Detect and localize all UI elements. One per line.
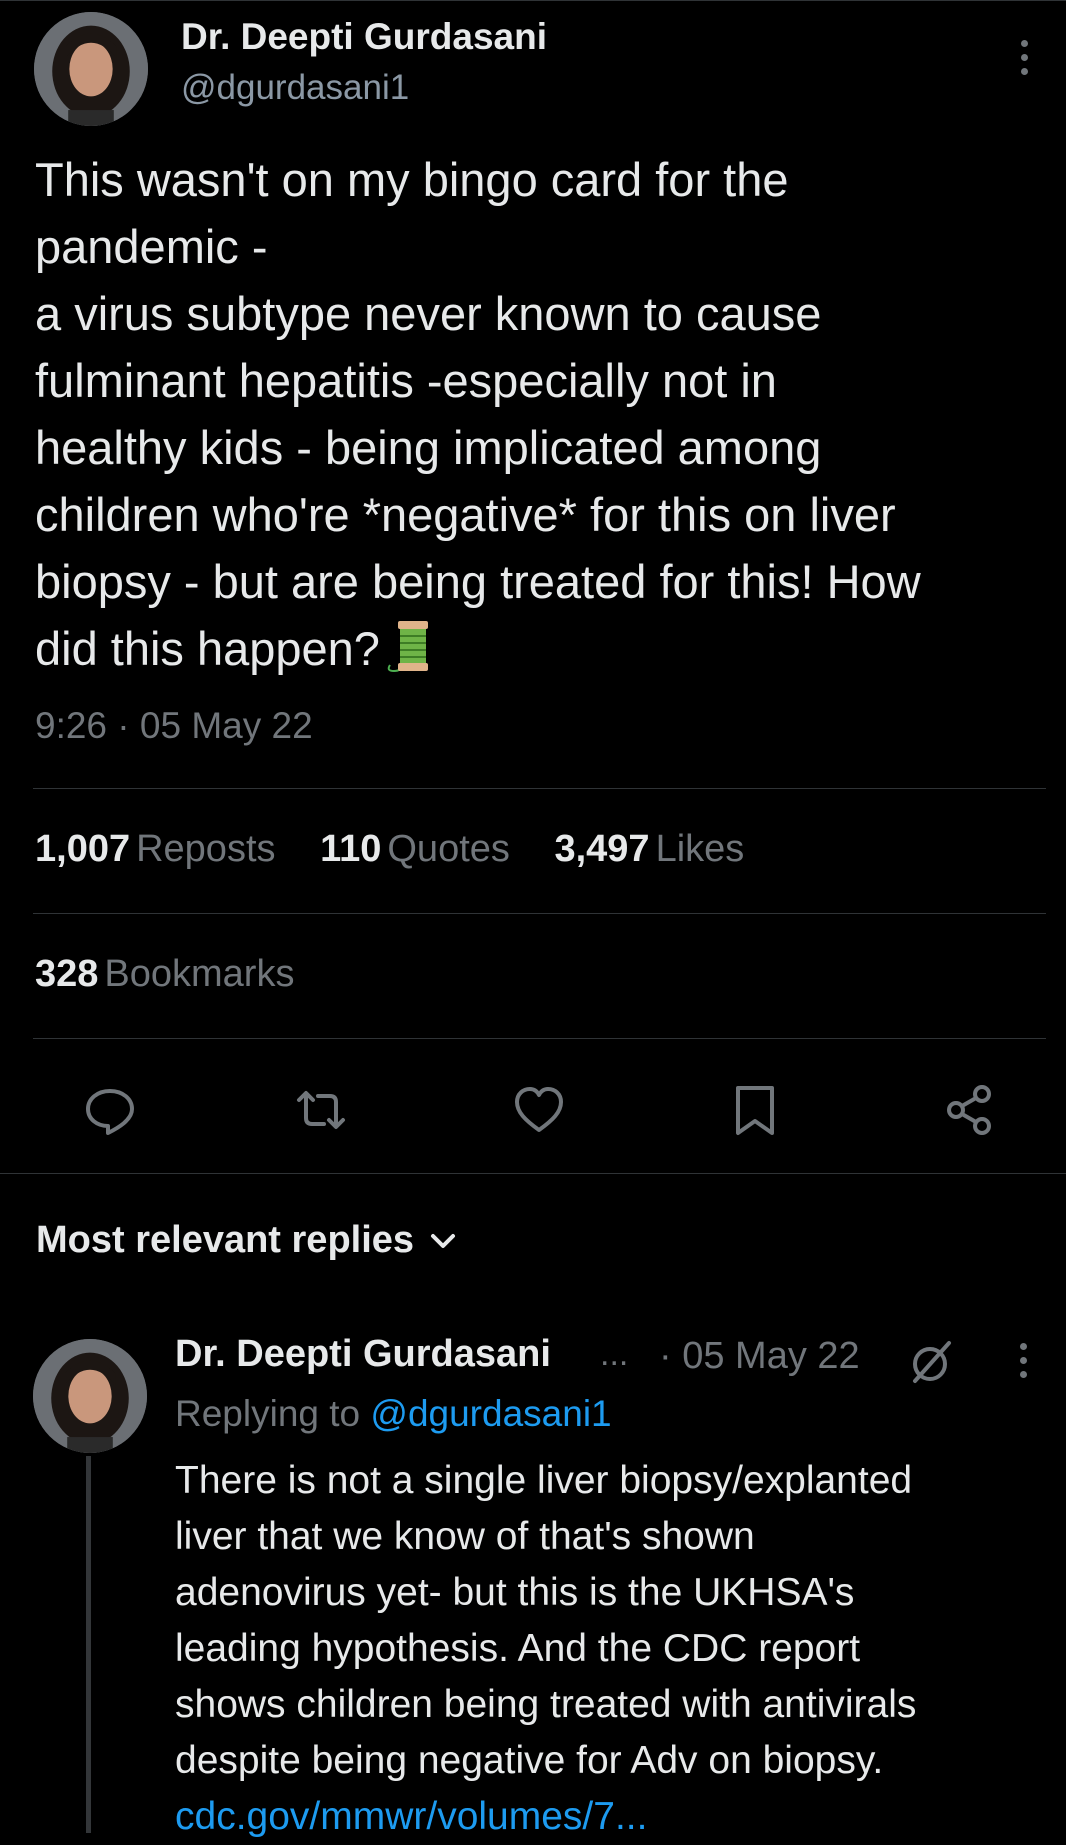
reply-text-line: shows children being treated with antivi…: [175, 1683, 917, 1726]
reposts-label: Reposts: [136, 828, 276, 870]
tweet-text-line: This wasn't on my bingo card for the: [35, 153, 789, 206]
avatar-portrait-icon: [33, 1339, 147, 1453]
replies-sort-dropdown[interactable]: Most relevant replies: [36, 1219, 458, 1262]
chevron-down-icon: [431, 1233, 456, 1248]
section-divider: [0, 1173, 1066, 1174]
quotes-count: 110: [320, 828, 382, 870]
reply-text-line: There is not a single liver biopsy/expla…: [175, 1459, 913, 1502]
divider: [33, 1038, 1046, 1039]
reply-author-avatar[interactable]: [33, 1339, 147, 1453]
author-name[interactable]: Dr. Deepti Gurdasani: [181, 16, 547, 58]
reply-text-line: despite being negative for Adv on biopsy…: [175, 1739, 884, 1782]
replies-header-label: Most relevant replies: [36, 1219, 415, 1261]
likes-count: 3,497: [554, 828, 650, 870]
likes-label: Likes: [655, 828, 745, 870]
bookmarks-count: 328: [35, 953, 99, 995]
reply-author-name[interactable]: Dr. Deepti Gurdasani: [175, 1333, 551, 1376]
top-divider: [0, 0, 1066, 1]
reply-name-ellipsis: ...: [600, 1335, 629, 1373]
grok-icon[interactable]: [905, 1337, 955, 1387]
tweet-text-line: healthy kids - being implicated among: [35, 421, 822, 474]
engagement-stats: 1,007 Reposts 110 Quotes 3,497 Likes: [35, 828, 778, 871]
tweet-text-line: pandemic -: [35, 220, 268, 273]
likes-stat[interactable]: 3,497 Likes: [554, 828, 744, 871]
reposts-stat[interactable]: 1,007 Reposts: [35, 828, 276, 871]
more-options-icon[interactable]: [1009, 35, 1039, 79]
bookmarks-label: Bookmarks: [104, 953, 295, 995]
replying-to-label: Replying to: [175, 1393, 361, 1434]
reply-text-line: leading hypothesis. And the CDC report: [175, 1627, 861, 1670]
reply-link[interactable]: cdc.gov/mmwr/volumes/7...: [175, 1789, 1055, 1845]
avatar-portrait-icon: [34, 12, 148, 126]
thread-spool-emoji-icon: [384, 619, 436, 692]
reposts-count: 1,007: [35, 828, 131, 870]
divider: [33, 913, 1046, 914]
reply-text: There is not a single liver biopsy/expla…: [175, 1453, 1055, 1845]
reply-text-line: liver that we know of that's shown: [175, 1515, 755, 1558]
quotes-label: Quotes: [387, 828, 510, 870]
share-icon[interactable]: [942, 1082, 998, 1138]
tweet-text-line-last: did this happen?: [35, 615, 1045, 692]
tweet-text-line: children who're *negative* for this on l…: [35, 488, 896, 541]
tweet-text-line: fulminant hepatitis -especially not in: [35, 354, 777, 407]
tweet-text: This wasn't on my bingo card for the pan…: [35, 146, 1045, 692]
tweet-text-line: did this happen?: [35, 622, 380, 675]
like-icon[interactable]: [511, 1082, 567, 1138]
reply-icon[interactable]: [82, 1082, 138, 1138]
thread-connector-line: [86, 1456, 91, 1833]
reply-text-line: adenovirus yet- but this is the UKHSA's: [175, 1571, 855, 1614]
bookmarks-stat[interactable]: 328 Bookmarks: [35, 953, 294, 996]
repost-icon[interactable]: [293, 1082, 349, 1138]
quotes-stat[interactable]: 110 Quotes: [320, 828, 510, 871]
author-avatar[interactable]: [34, 12, 148, 126]
reply-date[interactable]: · 05 May 22: [659, 1335, 860, 1378]
tweet-text-line: biopsy - but are being treated for this!…: [35, 555, 921, 608]
replying-to: Replying to @dgurdasani1: [175, 1393, 612, 1435]
bookmark-icon[interactable]: [727, 1082, 783, 1138]
reply-more-options-icon[interactable]: [1008, 1338, 1038, 1382]
tweet-text-line: a virus subtype never known to cause: [35, 287, 822, 340]
tweet-timestamp[interactable]: 9:26 · 05 May 22: [35, 705, 313, 747]
replying-to-handle[interactable]: @dgurdasani1: [370, 1393, 611, 1434]
author-handle[interactable]: @dgurdasani1: [181, 68, 409, 108]
divider: [33, 788, 1046, 789]
